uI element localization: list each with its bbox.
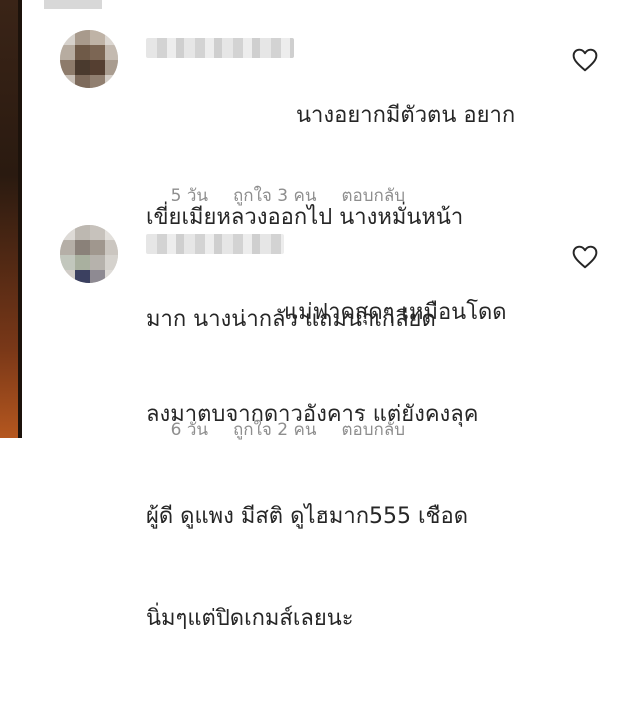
comment-text: แม่ฟาดสุดๆ เหมือนโดด ลงมาตบจากดาวอังคาร … [146, 228, 507, 704]
comment-text-line: นิ่มๆแต่ปิดเกมส์เลยนะ [146, 606, 354, 631]
like-count[interactable]: ถูกใจ 3 คน [233, 186, 316, 206]
top-placeholder-bar [44, 0, 102, 9]
reply-button[interactable]: ตอบกลับ [341, 186, 405, 206]
comment-text-line: ผู้ดี ดูแพง มีสติ ดูไฮมาก555 เชือด [146, 504, 468, 529]
comment-time[interactable]: 6 วัน [171, 420, 208, 440]
reply-button[interactable]: ตอบกลับ [341, 420, 405, 440]
heart-outline-icon[interactable] [572, 245, 598, 269]
avatar[interactable] [60, 225, 118, 283]
comment-text-line: นางอยากมีตัวตน อยาก [296, 103, 516, 128]
comment-text-line: แม่ฟาดสุดๆ เหมือนโดด [284, 300, 507, 325]
comment-meta: 6 วัน ถูกใจ 2 คน ตอบกลับ [149, 396, 430, 463]
background-photo-edge [0, 0, 22, 438]
heart-outline-icon[interactable] [572, 48, 598, 72]
comment-time[interactable]: 5 วัน [171, 186, 208, 206]
comment-meta: 5 วัน ถูกใจ 3 คน ตอบกลับ [149, 162, 430, 229]
avatar[interactable] [60, 30, 118, 88]
like-count[interactable]: ถูกใจ 2 คน [233, 420, 316, 440]
